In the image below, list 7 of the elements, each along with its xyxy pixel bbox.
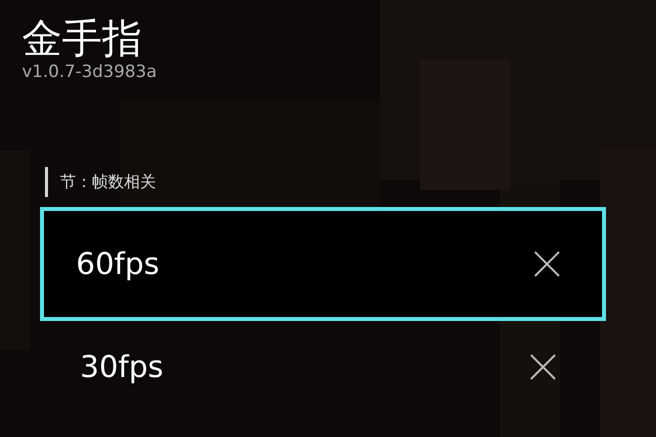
app-title: 金手指 [22, 15, 143, 64]
cheat-item[interactable]: 60fps [40, 207, 606, 321]
cheat-name: 30fps [80, 348, 164, 386]
cheat-item[interactable]: 30fps [40, 321, 606, 413]
version-label: v1.0.7-3d3983a [22, 62, 158, 82]
section-label: 节：帧数相关 [60, 171, 156, 193]
cheat-name: 60fps [76, 246, 160, 284]
